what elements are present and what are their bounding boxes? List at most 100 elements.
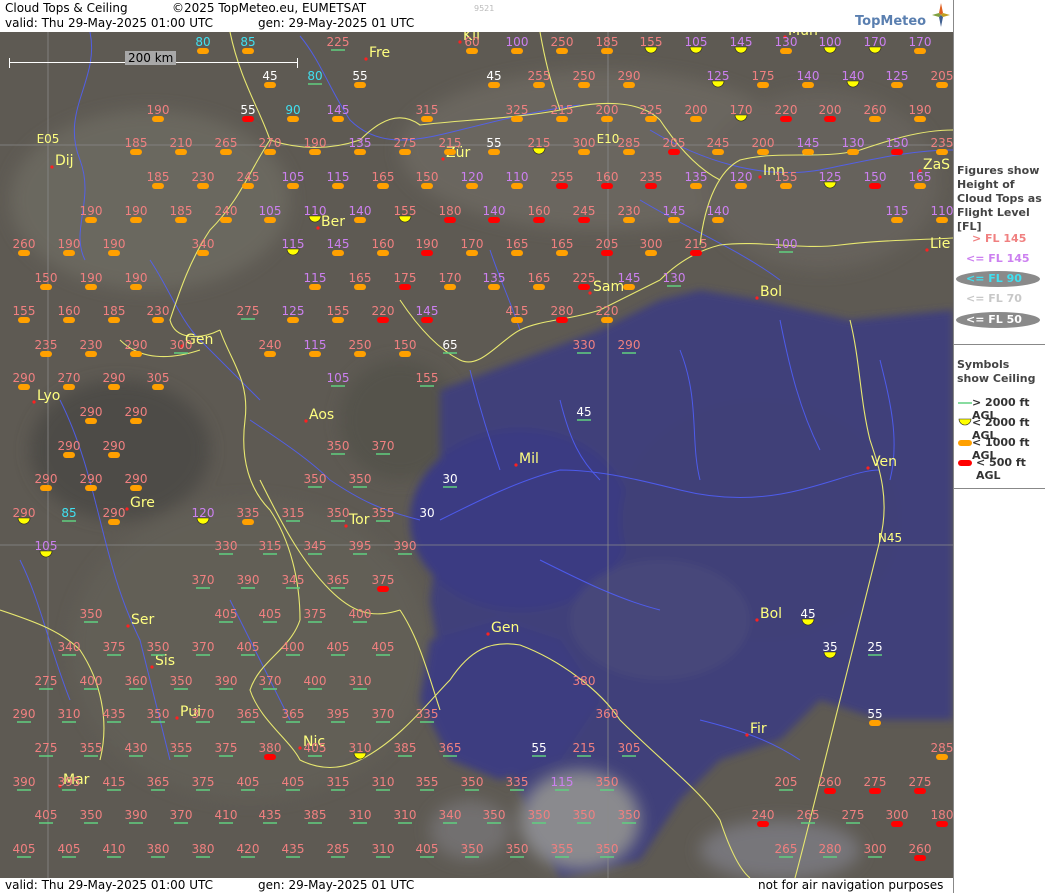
cloud-top-label: 350	[327, 439, 350, 453]
cloud-top-label: 145	[797, 136, 820, 150]
cloud-top-label: 120	[730, 170, 753, 184]
station-value: 155	[416, 371, 439, 387]
station-value: 205	[775, 775, 797, 791]
cloud-top-label: 250	[349, 338, 372, 352]
cloud-top-label: 170	[461, 237, 484, 251]
legend-fl-le90-label: <= FL 90	[966, 272, 1022, 285]
cloud-top-label: 300	[170, 338, 193, 352]
cloud-top-label: 145	[730, 35, 753, 49]
legend-ceiling-gt2000: > 2000 ft AGL	[954, 396, 1045, 422]
cloud-top-label: 310	[394, 808, 417, 822]
cloud-top-label: 385	[304, 808, 327, 822]
station-value: 330	[215, 539, 237, 555]
cloud-top-label: 340	[58, 640, 81, 654]
cloud-top-label: 220	[596, 304, 619, 318]
cloud-top-label: 285	[618, 136, 641, 150]
legend-ceiling-lt500-label: < 500 ft AGL	[976, 456, 1026, 482]
station-value: 215	[573, 741, 595, 757]
cloud-top-label: 110	[304, 204, 327, 218]
cloud-top-label: 400	[80, 674, 103, 688]
station-value: 285	[327, 842, 349, 858]
station-value: 265	[775, 842, 797, 858]
station-value: 345	[282, 573, 304, 589]
station-value: 370	[192, 707, 214, 723]
cloud-top-label: 230	[618, 204, 641, 218]
cloud-top-label: 390	[13, 775, 36, 789]
cloud-top-label: 155	[13, 304, 36, 318]
station-value: 435	[103, 707, 125, 723]
place-dot	[364, 57, 368, 61]
cloud-top-label: 150	[416, 170, 439, 184]
station-value: 405	[35, 808, 57, 824]
cloud-top-label: 125	[282, 304, 305, 318]
cloud-top-label: 290	[13, 707, 36, 721]
place-dot	[755, 618, 759, 622]
cloud-top-label: 395	[349, 539, 372, 553]
cloud-top-label: 405	[416, 842, 439, 856]
station-value: 375	[215, 741, 237, 757]
cloud-top-label: 335	[237, 506, 260, 520]
satellite-map[interactable]: FreKliMunDijZürInnZaSBerLieSamBolGenLyoA…	[0, 32, 953, 878]
cloud-top-label: 190	[80, 204, 103, 218]
cloud-top-label: 245	[707, 136, 730, 150]
cloud-top-label: 405	[13, 842, 36, 856]
station-value: 310	[394, 808, 417, 824]
station-value: 55	[531, 741, 547, 757]
cloud-top-label: 300	[640, 237, 663, 251]
station-value: 280	[819, 842, 841, 858]
cloud-top-label: 350	[304, 472, 327, 486]
station-value: 365	[327, 573, 350, 589]
station-value: 80	[195, 35, 211, 54]
station-value: 55	[867, 707, 883, 726]
cloud-top-label: 310	[372, 775, 395, 789]
cloud-top-label: 290	[125, 338, 148, 352]
station-value: 25	[867, 640, 883, 656]
cloud-top-label: 370	[372, 707, 395, 721]
cloud-top-label: 45	[486, 69, 501, 83]
cloud-top-label: 45	[576, 405, 591, 419]
legend-ceiling-lt2000: < 2000 ft AGL	[954, 416, 1045, 442]
cloud-top-label: 280	[551, 304, 574, 318]
cloud-top-label: 170	[864, 35, 887, 49]
cloud-top-label: 305	[618, 741, 641, 755]
cloud-top-label: 315	[282, 506, 305, 520]
station-value: 85	[61, 506, 77, 522]
cloud-top-label: 275	[394, 136, 417, 150]
station-value: 375	[192, 775, 214, 791]
cloud-top-label: 405	[282, 775, 305, 789]
station-value: 355	[372, 506, 394, 522]
station-value: 400	[349, 607, 371, 623]
station-value: 405	[282, 775, 305, 791]
cloud-top-label: 410	[215, 808, 238, 822]
image-code: 9521	[474, 4, 495, 13]
cloud-top-label: 405	[215, 607, 238, 621]
cloud-top-label: 365	[327, 573, 350, 587]
cloud-top-label: 350	[461, 775, 484, 789]
cloud-top-label: 190	[103, 237, 126, 251]
cloud-top-label: 275	[35, 674, 58, 688]
cloud-top-label: 395	[58, 775, 81, 789]
station-value: 405	[259, 607, 281, 623]
place-name: Gen	[491, 620, 519, 636]
cloud-top-label: 335	[506, 775, 529, 789]
cloud-top-label: 315	[327, 775, 350, 789]
cloud-top-label: 100	[775, 237, 798, 251]
cloud-top-label: 350	[596, 842, 619, 856]
cloud-top-label: 415	[506, 304, 529, 318]
place-name: Lie	[930, 236, 950, 252]
cloud-top-label: 55	[486, 136, 501, 150]
cloud-top-label: 80	[195, 35, 210, 49]
cloud-top-label: 360	[596, 707, 619, 721]
cloud-top-label: 290	[103, 506, 126, 520]
cloud-top-label: 270	[259, 136, 282, 150]
grid-coordinate-label: E10	[597, 132, 620, 146]
cloud-top-label: 145	[327, 103, 350, 117]
ceiling-pill-symbol-icon	[958, 440, 972, 446]
station-value: 405	[372, 640, 394, 656]
cloud-top-label: 140	[842, 69, 865, 83]
cloud-top-label: 155	[416, 371, 439, 385]
cloud-top-label: 290	[80, 472, 103, 486]
station-value: 405	[304, 741, 326, 757]
station-value: 435	[259, 808, 281, 824]
cloud-top-label: 150	[35, 271, 58, 285]
